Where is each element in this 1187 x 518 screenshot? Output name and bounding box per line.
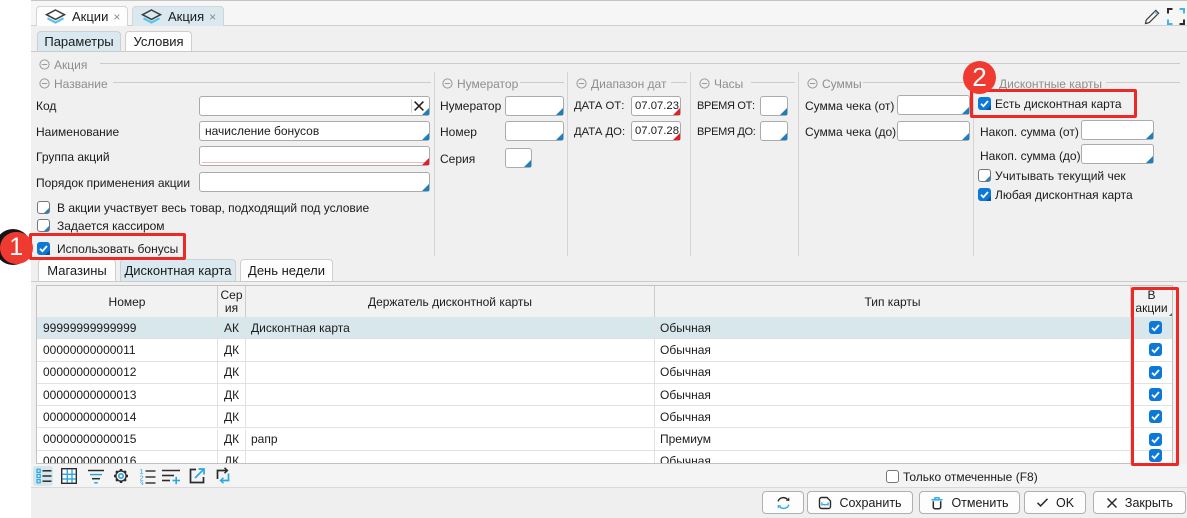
svg-text:3: 3 xyxy=(140,480,144,486)
